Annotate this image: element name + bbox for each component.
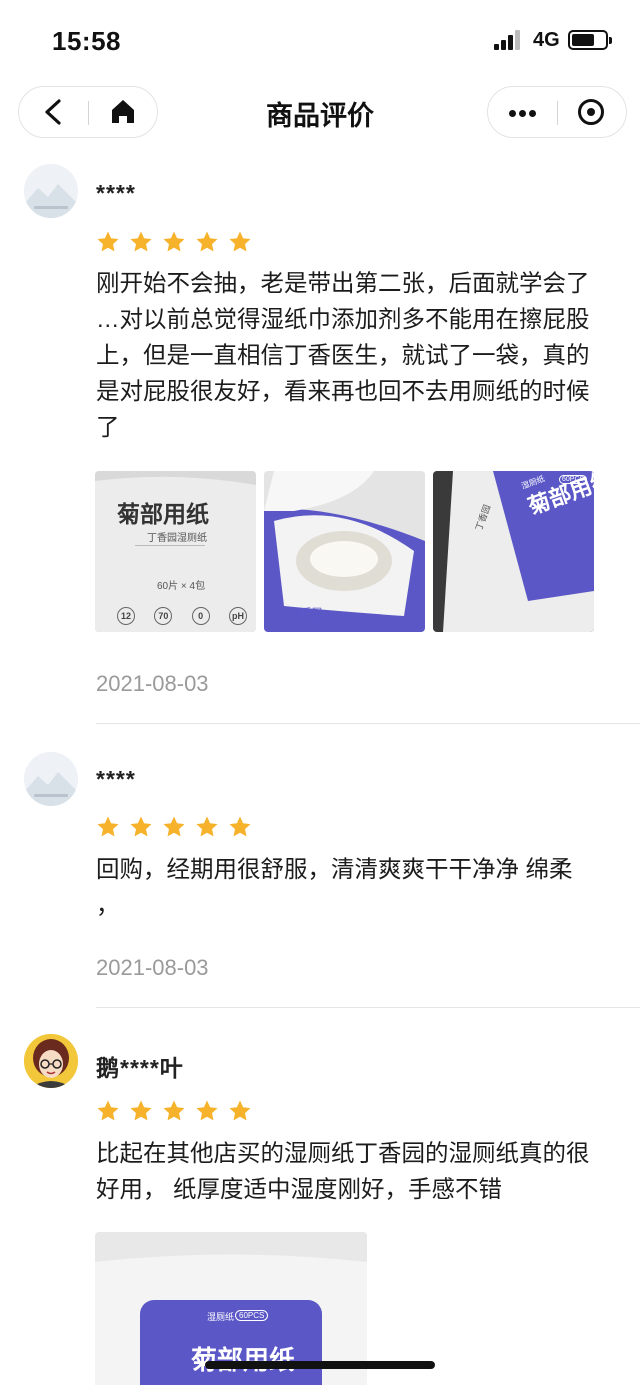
open-package-image xyxy=(264,471,425,632)
more-button[interactable] xyxy=(488,87,557,137)
user-avatar-image xyxy=(24,1034,78,1088)
star-icon xyxy=(97,816,119,837)
default-avatar-icon xyxy=(24,752,78,806)
review-line: 上，但是一直相信丁香医生，就试了一袋，真的 xyxy=(96,342,590,368)
close-target-icon xyxy=(578,99,604,125)
avatar xyxy=(24,752,78,806)
photo-title: 菊部用纸 xyxy=(191,1345,296,1375)
review-line: ， xyxy=(96,892,120,918)
username: **** xyxy=(96,180,136,206)
nav-bar: 商品评价 xyxy=(0,82,640,142)
star-rating xyxy=(96,230,252,254)
review-line: …对以前总觉得湿纸巾添加剂多不能用在擦屁股 xyxy=(96,306,590,332)
photo-tag: 60PCS xyxy=(559,475,588,484)
star-icon xyxy=(163,231,185,252)
avatar xyxy=(24,1034,78,1088)
star-icon xyxy=(196,1100,218,1121)
star-icon xyxy=(163,816,185,837)
star-icon xyxy=(130,1100,152,1121)
star-icon xyxy=(97,231,119,252)
nav-capsule-left xyxy=(18,86,158,138)
star-icon xyxy=(196,231,218,252)
photo-subtitle: 湿厕纸 xyxy=(207,1312,235,1322)
home-button[interactable] xyxy=(89,87,158,137)
star-icon xyxy=(196,816,218,837)
review-page: 15:58 4G 商品评价 **** 刚开始不会抽，老是带出第二张，后面就学会了… xyxy=(0,0,640,1385)
review-line: 了 xyxy=(96,414,120,440)
close-button[interactable] xyxy=(558,87,627,137)
review-line: 是对屁股很友好，看来再也回不去用厕纸的时候 xyxy=(96,378,590,404)
username: 鹅****叶 xyxy=(96,1055,184,1081)
review-photo[interactable]: 丁香园 xyxy=(264,471,425,632)
more-dots-icon xyxy=(509,110,516,117)
home-icon xyxy=(112,100,134,123)
review-divider xyxy=(96,1007,640,1008)
star-rating xyxy=(96,1099,252,1123)
photo-badge: pH xyxy=(228,607,247,625)
star-icon xyxy=(163,1100,185,1121)
network-type: 4G xyxy=(533,29,560,51)
review-photo[interactable]: 菊部用纸 湿厕纸 60PCS 丁香园 xyxy=(433,471,594,632)
username: **** xyxy=(96,766,136,792)
battery-icon xyxy=(568,30,612,50)
photo-badge: 70 xyxy=(154,607,173,625)
home-indicator xyxy=(205,1361,435,1369)
review-text: 比起在其他店买的湿厕纸丁香园的湿厕纸真的很 好用， 纸厚度适中湿度刚好，手感不错 xyxy=(96,1135,616,1207)
star-icon xyxy=(229,1100,251,1121)
review-photo[interactable]: 菊部用纸 丁香园湿厕纸 60片 × 4包 12 70 0 pH xyxy=(95,471,256,632)
signal-icon xyxy=(494,30,522,50)
star-icon xyxy=(97,1100,119,1121)
avatar xyxy=(24,164,78,218)
star-icon xyxy=(229,816,251,837)
review-date: 2021-08-03 xyxy=(96,671,209,696)
star-icon xyxy=(130,816,152,837)
default-avatar-icon xyxy=(24,164,78,218)
photo-subtitle: 丁香园湿厕纸 xyxy=(147,533,207,544)
review-line: 刚开始不会抽，老是带出第二张，后面就学会了 xyxy=(96,270,590,296)
photo-badge: 12 xyxy=(117,607,135,625)
nav-capsule-right xyxy=(487,86,627,138)
status-bar: 15:58 4G xyxy=(0,0,640,80)
photo-badges: 12 70 0 pH xyxy=(117,607,247,625)
star-icon xyxy=(130,231,152,252)
review-line: 回购，经期用很舒服，清清爽爽干干净净 绵柔 xyxy=(96,856,573,882)
status-time: 15:58 xyxy=(52,26,121,56)
review-line: 比起在其他店买的湿厕纸丁香园的湿厕纸真的很 xyxy=(96,1140,590,1166)
photo-title: 菊部用纸 xyxy=(117,501,209,527)
photo-brand: 丁香园 xyxy=(292,608,322,619)
review-text: 回购，经期用很舒服，清清爽爽干干净净 绵柔 ， xyxy=(96,851,616,923)
review-text: 刚开始不会抽，老是带出第二张，后面就学会了 …对以前总觉得湿纸巾添加剂多不能用在… xyxy=(96,265,616,445)
review-date: 2021-08-03 xyxy=(96,955,209,980)
review-line: 好用， 纸厚度适中湿度刚好，手感不错 xyxy=(96,1176,503,1202)
star-rating xyxy=(96,815,252,839)
photo-badge: 0 xyxy=(191,607,210,625)
review-divider xyxy=(96,723,640,724)
photo-spec: 60片 × 4包 xyxy=(157,581,206,592)
star-icon xyxy=(229,231,251,252)
photo-tag: 60PCS xyxy=(235,1310,269,1321)
chevron-left-icon xyxy=(45,99,61,125)
back-button[interactable] xyxy=(19,87,88,137)
